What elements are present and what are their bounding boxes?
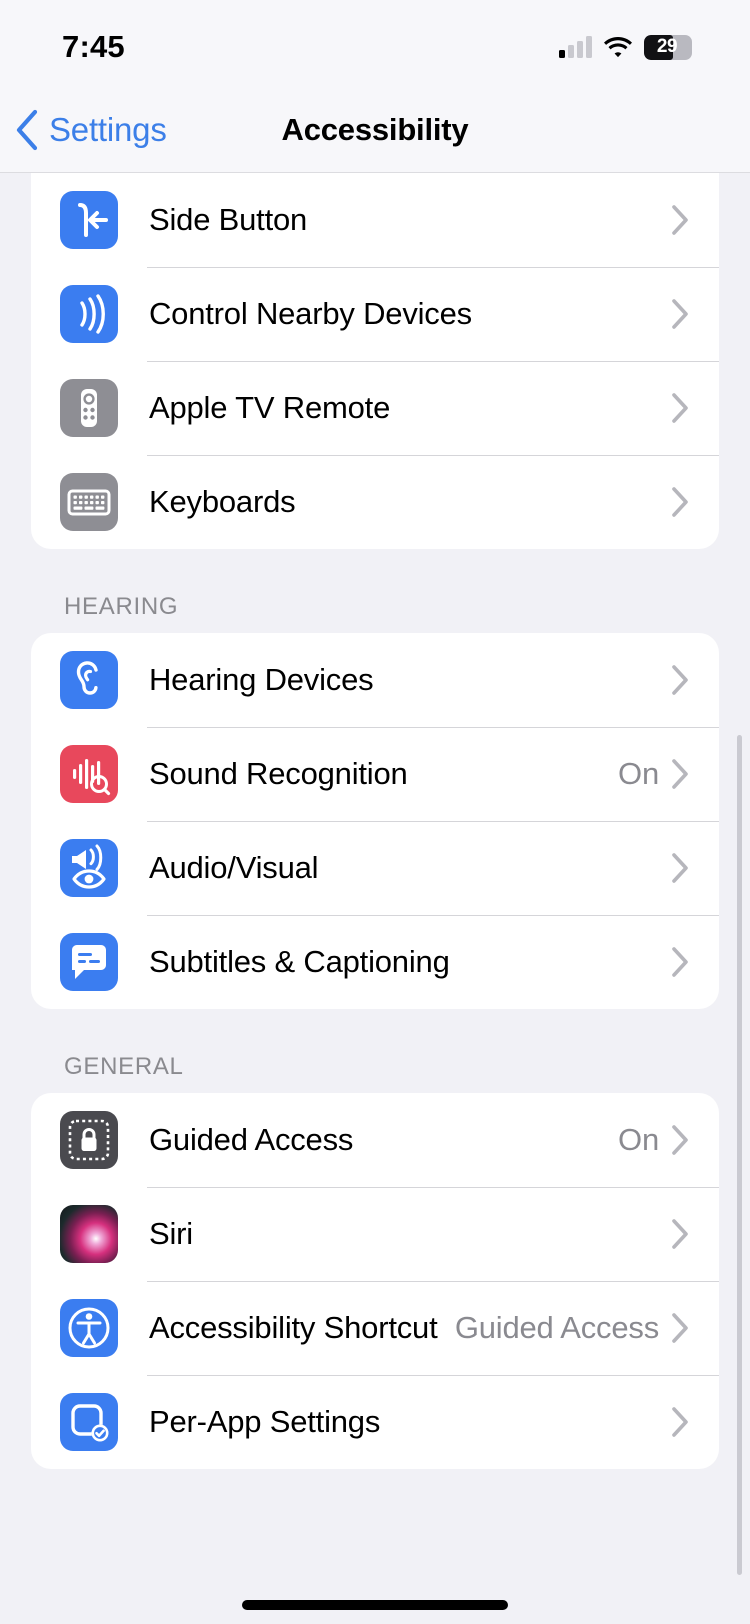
settings-group-physical-motor: Side Button Control Nearby Devices Apple… [31,173,719,549]
row-label-container: Subtitles & Captioning [118,942,671,982]
apple-tv-remote-icon [60,379,118,437]
wifi-icon [604,37,632,58]
row-sound-recognition[interactable]: Sound Recognition On [31,727,719,821]
chevron-right-icon [671,1218,719,1250]
section-header-general: GENERAL [64,1053,184,1080]
chevron-right-icon [671,1124,719,1156]
row-label: Hearing Devices [149,662,374,698]
chevron-right-icon [671,946,719,978]
chevron-right-icon [671,1406,719,1438]
chevron-right-icon [671,204,719,236]
status-bar: 7:45 29 [0,0,750,88]
keyboard-icon [60,473,118,531]
chevron-right-icon [671,664,719,696]
status-bar-indicators: 29 [559,34,692,60]
side-button-icon [60,191,118,249]
row-label: Siri [149,1216,193,1252]
ear-icon [60,651,118,709]
row-label-container: Sound Recognition [118,754,618,794]
row-hearing-devices[interactable]: Hearing Devices [31,633,719,727]
battery-icon: 29 [644,34,692,60]
vertical-scrollbar[interactable] [737,735,742,1575]
row-label: Audio/Visual [149,850,319,886]
row-label-container: Accessibility Shortcut [118,1308,455,1348]
row-label: Keyboards [149,484,296,520]
chevron-right-icon [671,852,719,884]
row-label: Side Button [149,202,308,238]
row-label: Guided Access [149,1122,354,1158]
captioning-bubble-icon [60,933,118,991]
row-control-nearby-devices[interactable]: Control Nearby Devices [31,267,719,361]
chevron-right-icon [671,298,719,330]
navigation-bar: Settings Accessibility [0,88,750,173]
row-label: Control Nearby Devices [149,296,472,332]
audio-visual-icon [60,839,118,897]
settings-list[interactable]: Side Button Control Nearby Devices Apple… [0,173,750,1624]
row-label: Sound Recognition [149,756,408,792]
row-guided-access[interactable]: Guided Access On [31,1093,719,1187]
guided-access-lock-icon [60,1111,118,1169]
row-keyboards[interactable]: Keyboards [31,455,719,549]
status-bar-time: 7:45 [62,29,125,64]
row-label-container: Per-App Settings [118,1402,671,1442]
row-label: Accessibility Shortcut [149,1310,438,1346]
row-apple-tv-remote[interactable]: Apple TV Remote [31,361,719,455]
row-audio-visual[interactable]: Audio/Visual [31,821,719,915]
settings-accessibility-screen: 7:45 29 Settings Accessibility Side Butt… [0,0,750,1624]
row-side-button[interactable]: Side Button [31,173,719,267]
settings-group-general: Guided Access On Siri Accessibility Shor… [31,1093,719,1469]
battery-percent-label: 29 [656,36,678,57]
page-title: Accessibility [281,112,469,147]
chevron-right-icon [671,758,719,790]
row-value: On [618,1122,659,1157]
nearby-devices-waves-icon [60,285,118,343]
row-label: Subtitles & Captioning [149,944,450,980]
settings-group-hearing: Hearing Devices Sound Recognition On Aud… [31,633,719,1009]
home-indicator[interactable] [242,1600,508,1610]
row-label: Per-App Settings [149,1404,381,1440]
row-label-container: Audio/Visual [118,848,671,888]
row-accessibility-shortcut[interactable]: Accessibility Shortcut Guided Access [31,1281,719,1375]
row-label-container: Hearing Devices [118,660,671,700]
chevron-right-icon [671,1312,719,1344]
cellular-signal-icon [559,36,592,58]
row-label-container: Keyboards [118,482,671,522]
row-value: On [618,756,659,791]
row-label-container: Apple TV Remote [118,388,671,428]
chevron-right-icon [671,486,719,518]
row-per-app-settings[interactable]: Per-App Settings [31,1375,719,1469]
row-label-container: Guided Access [118,1120,618,1160]
accessibility-person-icon [60,1299,118,1357]
row-subtitles-captioning[interactable]: Subtitles & Captioning [31,915,719,1009]
row-label-container: Side Button [118,200,671,240]
row-label-container: Siri [118,1214,671,1254]
chevron-right-icon [671,392,719,424]
row-value: Guided Access [454,1310,659,1345]
siri-orb-icon [60,1205,118,1263]
section-header-hearing: HEARING [64,593,179,620]
row-siri[interactable]: Siri [31,1187,719,1281]
sound-recognition-icon [60,745,118,803]
row-label: Apple TV Remote [149,390,391,426]
row-label-container: Control Nearby Devices [118,294,671,334]
per-app-settings-icon [60,1393,118,1451]
